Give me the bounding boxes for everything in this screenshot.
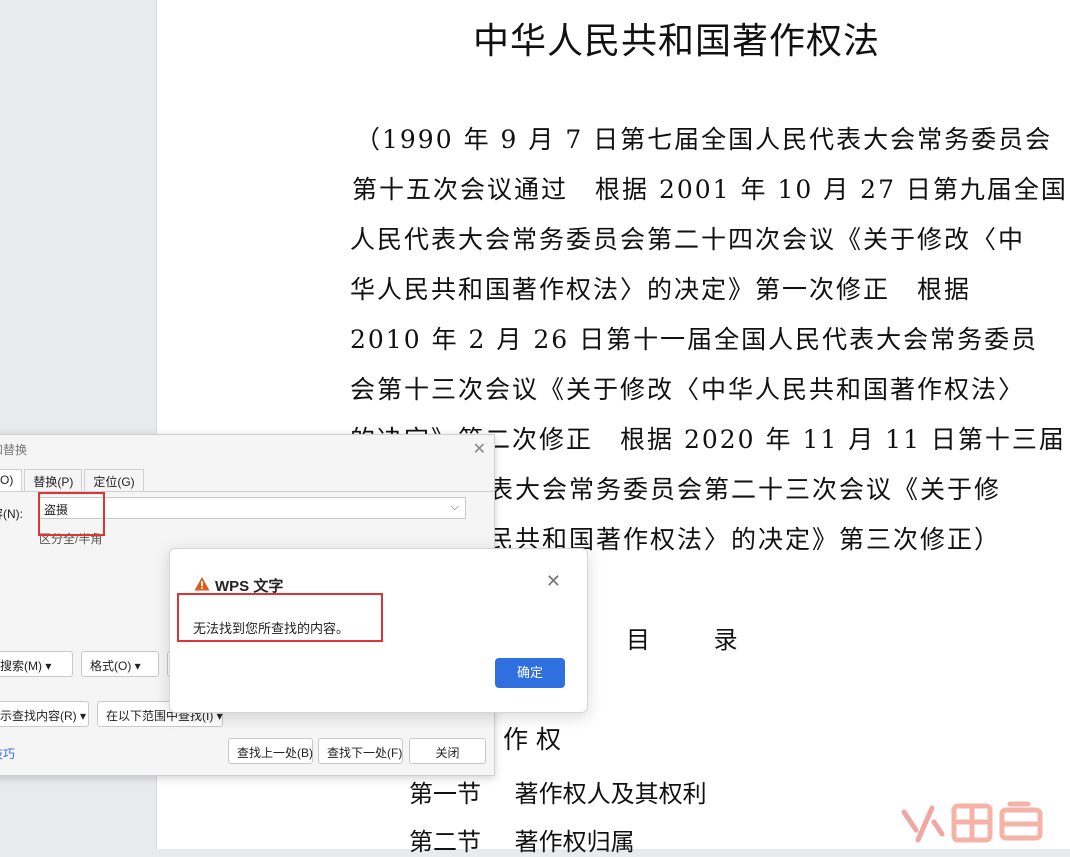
highlight-box-search-term <box>38 492 105 536</box>
close-icon[interactable]: ✕ <box>473 439 486 459</box>
toc-section: 第一节 著作权人及其权利 <box>409 774 707 809</box>
preamble-line: 会第十三次会议《关于修改〈中华人民共和国著作权法〉 <box>350 375 1026 404</box>
dialog-title: 和替换 <box>0 443 28 457</box>
tab-replace[interactable]: 替换(P) <box>24 469 83 491</box>
dialog-tabs: O) 替换(P) 定位(G) <box>0 469 146 491</box>
tab-goto[interactable]: 定位(G) <box>84 469 144 491</box>
preamble-line: 第十五次会议通过 根据 2001 年 10 月 27 日第九届全国 <box>352 175 1068 204</box>
preamble-line: 人民代表大会常务委员会第二十四次会议《关于修改〈中 <box>350 225 1026 254</box>
ok-button[interactable]: 确定 <box>495 658 565 688</box>
preamble-line: （1990 年 9 月 7 日第七届全国人民代表大会常务委员会 <box>355 125 1053 154</box>
preamble-line: 2010 年 2 月 26 日第十一届全国人民代表大会常务委员 <box>350 325 1039 354</box>
close-button[interactable]: 关闭 <box>409 738 486 764</box>
find-label: 容(N): <box>0 507 23 521</box>
highlight-box-message <box>177 593 383 642</box>
toc-title-char: 录 <box>713 626 738 654</box>
find-previous-button[interactable]: 查找上一处(B) <box>228 738 313 764</box>
section-title: 著作权归属 <box>514 828 635 856</box>
tab-find[interactable]: O) <box>0 469 23 491</box>
close-icon[interactable]: ✕ <box>546 571 561 592</box>
search-dropdown-button[interactable]: 搜索(M) ▾ <box>0 651 73 677</box>
format-dropdown-button[interactable]: 格式(O) ▾ <box>81 651 159 677</box>
watermark-logo <box>901 801 1043 843</box>
chevron-down-icon[interactable]: ⌵ <box>451 501 459 514</box>
document-title: 中华人民共和国著作权法 <box>473 21 881 62</box>
toc-section: 第二节 著作权归属 <box>409 822 635 857</box>
tips-link[interactable]: 技巧 <box>0 745 15 762</box>
preamble-line: 华人民共和国著作权法〉的决定》第一次修正 根据 <box>350 275 972 304</box>
find-next-button[interactable]: 查找下一处(F) <box>318 738 403 764</box>
highlight-dropdown-button[interactable]: 示查找内容(R) ▾ <box>0 701 89 727</box>
toc-title: 目 录 <box>626 620 738 655</box>
warning-triangle-icon <box>194 577 210 591</box>
section-number: 第二节 <box>409 828 481 856</box>
section-number: 第一节 <box>409 780 481 808</box>
preamble-line: 表大会常务委员会第二十三次会议《关于修 <box>488 475 1002 504</box>
section-title: 著作权人及其权利 <box>514 780 707 808</box>
toc-title-char: 目 <box>626 626 650 654</box>
chapter-title: 作 权 <box>503 725 561 754</box>
